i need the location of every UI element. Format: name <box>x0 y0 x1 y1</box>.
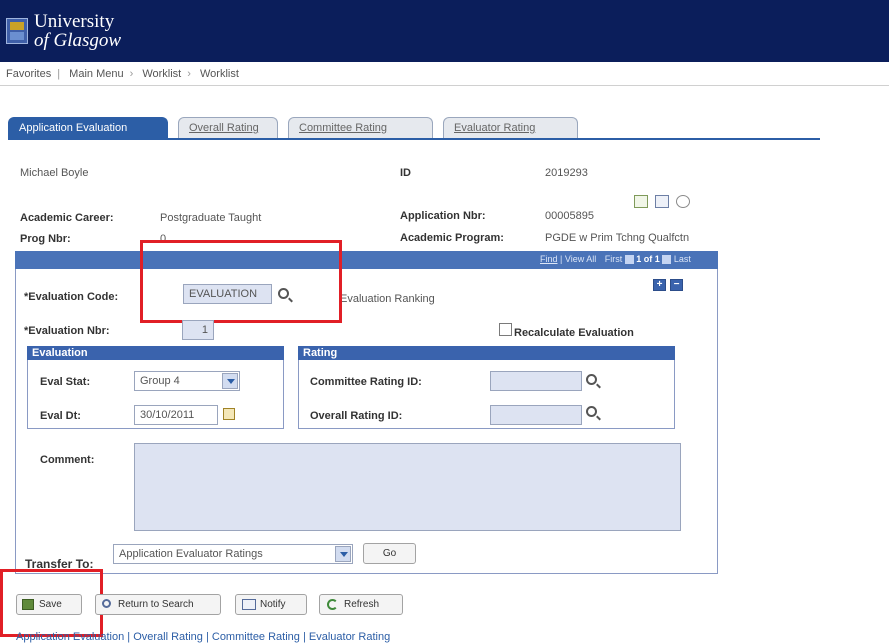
eval-dt-input[interactable]: 30/10/2011 <box>134 405 218 425</box>
evaluation-nbr-input[interactable]: 1 <box>182 320 214 340</box>
comment-label: Comment: <box>40 454 95 466</box>
eval-dt-label: Eval Dt: <box>40 410 81 422</box>
committee-rating-id-input[interactable] <box>490 371 582 391</box>
academic-career-label: Academic Career: <box>20 212 114 224</box>
breadcrumb-worklist-2[interactable]: Worklist <box>200 68 239 80</box>
refresh-label: Refresh <box>344 599 380 610</box>
recalculate-checkbox[interactable] <box>499 323 512 336</box>
transfer-to-dropdown-arrow[interactable] <box>335 546 351 562</box>
header-banner <box>0 0 889 62</box>
first-link[interactable]: First <box>599 254 623 264</box>
applicant-name: Michael Boyle <box>20 167 89 179</box>
evaluation-code-description: Evaluation Ranking <box>340 293 435 305</box>
go-button[interactable]: Go <box>363 543 416 564</box>
tab-bar: Application Evaluation Overall Rating Co… <box>8 117 820 139</box>
evaluation-section-header: Evaluation <box>27 346 284 360</box>
breadcrumb-favorites[interactable]: Favorites <box>6 68 51 80</box>
breadcrumb-main-menu[interactable]: Main Menu <box>69 68 123 80</box>
tab-overall-rating[interactable]: Overall Rating <box>178 117 278 139</box>
overall-rating-id-label: Overall Rating ID: <box>310 410 403 422</box>
notify-icon <box>242 599 256 610</box>
search-icon <box>102 599 111 608</box>
highlight-box-evaluation-code <box>140 240 342 323</box>
rating-section-header: Rating <box>298 346 675 360</box>
breadcrumb-worklist-1[interactable]: Worklist <box>142 68 181 80</box>
committee-rating-lookup-icon[interactable] <box>586 374 597 385</box>
delete-row-icon[interactable]: − <box>670 279 683 291</box>
transfer-to-select[interactable]: Application Evaluator Ratings <box>113 544 353 564</box>
eval-stat-dropdown-arrow[interactable] <box>222 373 238 389</box>
overall-rating-id-input[interactable] <box>490 405 582 425</box>
record-count: 1 of 1 <box>636 254 660 264</box>
overall-rating-lookup-icon[interactable] <box>586 406 597 417</box>
spreadsheet-icon[interactable] <box>634 195 648 208</box>
application-nbr-label: Application Nbr: <box>400 210 486 222</box>
academic-program-value: PGDE w Prim Tchng Qualfctn <box>545 232 690 244</box>
prog-nbr-label: Prog Nbr: <box>20 233 71 245</box>
notify-button[interactable]: Notify <box>235 594 307 615</box>
recalculate-label: Recalculate Evaluation <box>514 327 634 339</box>
committee-rating-id-label: Committee Rating ID: <box>310 376 422 388</box>
comment-bubble-icon[interactable] <box>676 195 690 208</box>
id-value: 2019293 <box>545 167 588 179</box>
logo-text-line1: University <box>34 11 115 32</box>
academic-program-label: Academic Program: <box>400 232 504 244</box>
add-row-icon[interactable]: + <box>653 279 666 291</box>
view-all-link[interactable]: View All <box>565 254 596 264</box>
find-link[interactable]: Find <box>540 254 558 264</box>
university-crest-logo <box>6 18 28 44</box>
application-nbr-value: 00005895 <box>545 210 594 222</box>
academic-career-value: Postgraduate Taught <box>160 212 262 224</box>
evaluation-code-label: *Evaluation Code: <box>24 291 119 303</box>
highlight-box-save <box>0 569 103 637</box>
document-icon[interactable] <box>655 195 669 208</box>
return-to-search-label: Return to Search <box>118 599 194 610</box>
refresh-button[interactable]: Refresh <box>319 594 403 615</box>
notify-label: Notify <box>260 599 286 610</box>
tab-evaluator-rating[interactable]: Evaluator Rating <box>443 117 578 139</box>
first-arrow-icon[interactable] <box>624 255 634 265</box>
tab-application-evaluation[interactable]: Application Evaluation <box>8 117 168 139</box>
last-link[interactable]: Last <box>674 254 691 264</box>
eval-stat-label: Eval Stat: <box>40 376 91 388</box>
footer-tab-links[interactable]: Application Evaluation | Overall Rating … <box>16 631 390 643</box>
tab-committee-rating[interactable]: Committee Rating <box>288 117 433 139</box>
tab-underline <box>8 138 820 140</box>
id-label: ID <box>400 167 411 179</box>
refresh-icon <box>327 599 338 610</box>
return-to-search-button[interactable]: Return to Search <box>95 594 221 615</box>
comment-textarea[interactable] <box>134 443 681 531</box>
calendar-icon[interactable] <box>223 408 235 420</box>
evaluation-navigation: Find | View All First 1 of 1 Last <box>540 254 691 265</box>
breadcrumb: Favorites | Main Menu › Worklist › Worklist <box>0 62 889 86</box>
evaluation-nbr-label: *Evaluation Nbr: <box>24 325 110 337</box>
last-arrow-icon[interactable] <box>662 255 672 265</box>
logo-text-line2: of Glasgow <box>34 30 122 51</box>
